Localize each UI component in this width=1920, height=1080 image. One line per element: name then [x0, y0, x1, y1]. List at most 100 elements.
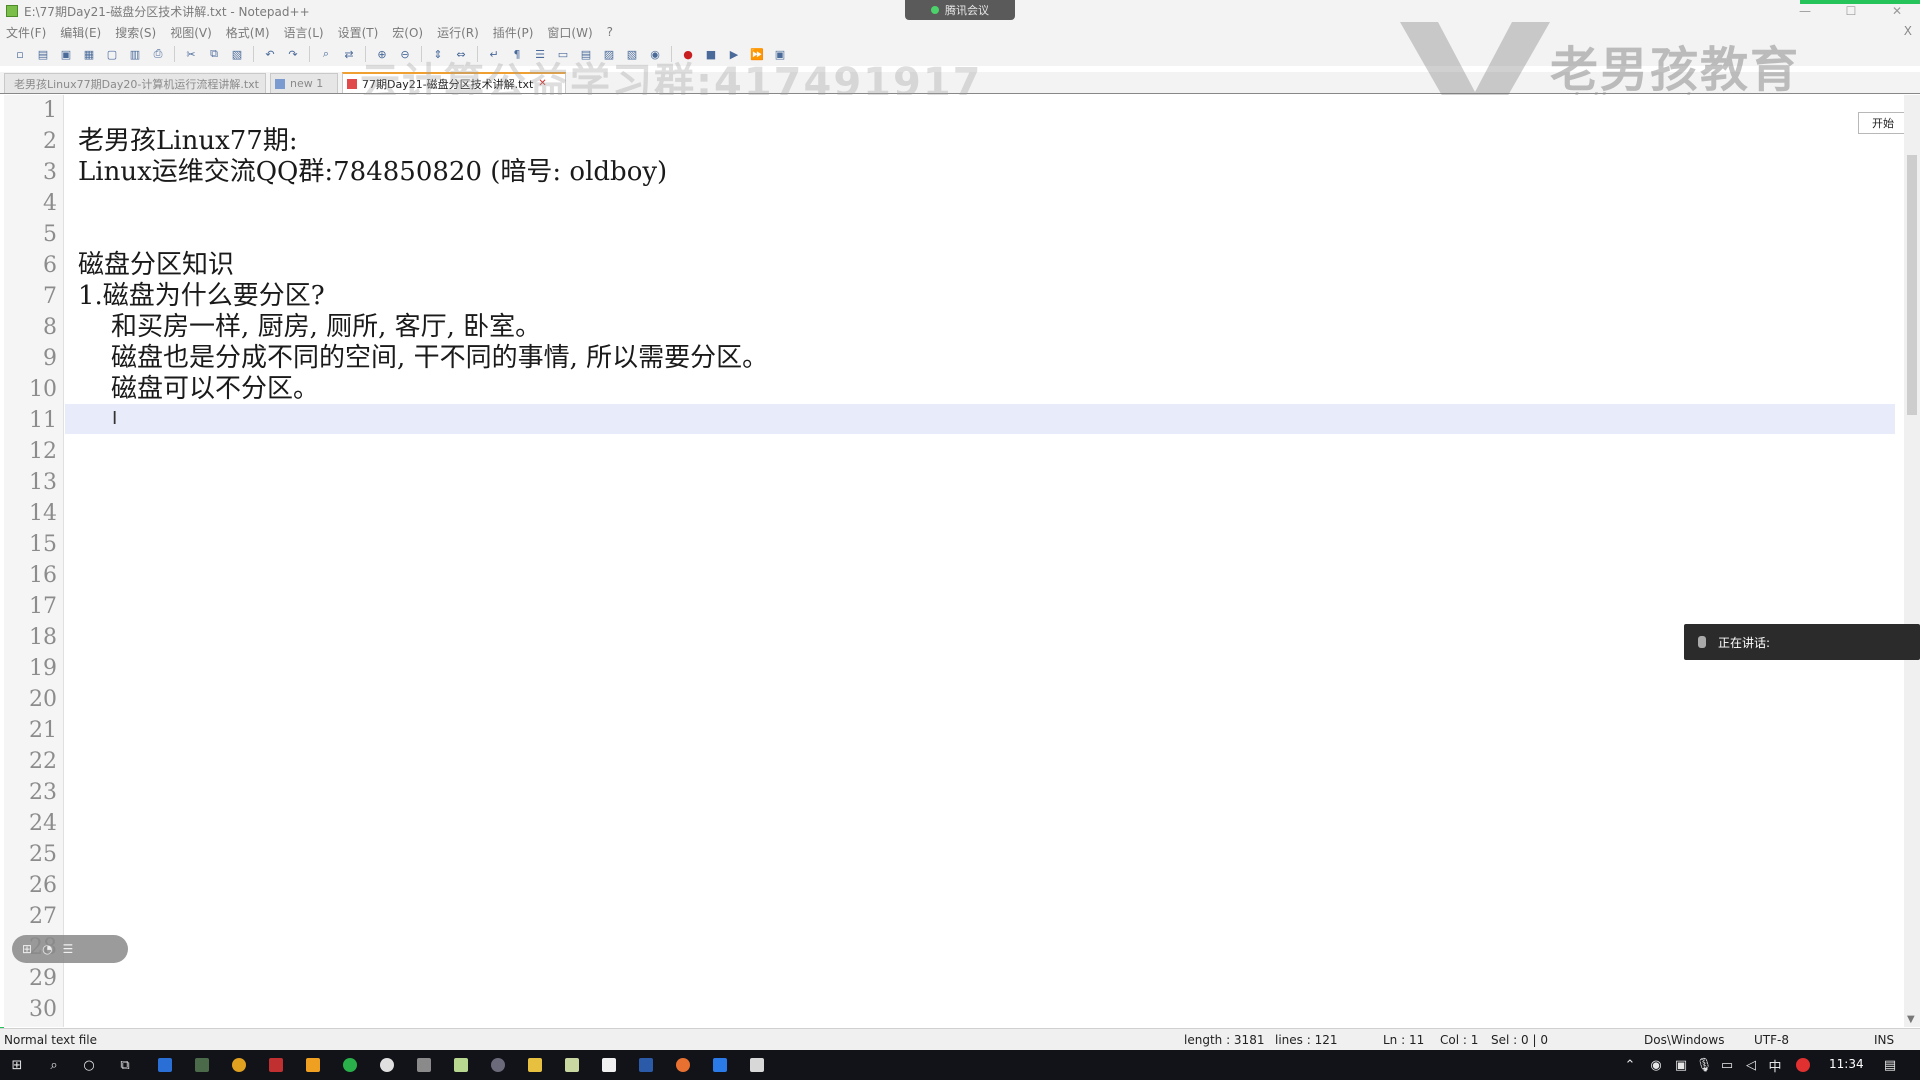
notepadpp-taskbar-icon[interactable]	[450, 1055, 472, 1075]
run-macro-multiple-icon[interactable]: ⏩	[747, 45, 767, 63]
record-macro-icon[interactable]: ●	[678, 45, 698, 63]
save-all-icon[interactable]: ▦	[79, 45, 99, 63]
meeting-floating-toolbar[interactable]: ⊞ ◔ ☰	[12, 935, 128, 963]
menu-file[interactable]: 文件(F)	[6, 24, 46, 41]
open-file-icon[interactable]: ▤	[33, 45, 53, 63]
code-line[interactable]: 老男孩Linux77期:	[78, 126, 298, 157]
stop-macro-icon[interactable]: ■	[701, 45, 721, 63]
title-bar: E:\77期Day21-磁盘分区技术讲解.txt - Notepad++ 腾讯会…	[0, 0, 1920, 22]
taskbar-app-icon[interactable]	[265, 1055, 287, 1075]
menu-settings[interactable]: 设置(T)	[338, 24, 379, 41]
antivirus-tray-icon[interactable]	[1792, 1055, 1814, 1075]
paste-icon[interactable]: ▧	[227, 45, 247, 63]
scroll-down-arrow-icon[interactable]: ▼	[1907, 1014, 1915, 1025]
taskbar-app-icon[interactable]	[191, 1055, 213, 1075]
menu-edit[interactable]: 编辑(E)	[60, 24, 101, 41]
save-macro-icon[interactable]: ▣	[770, 45, 790, 63]
list-icon[interactable]: ☰	[63, 942, 74, 956]
taskbar-app-icon[interactable]	[746, 1055, 768, 1075]
tray-app-icon[interactable]: ◉	[1645, 1055, 1667, 1075]
taskbar-app-icon[interactable]	[561, 1055, 583, 1075]
file-explorer-icon[interactable]	[524, 1055, 546, 1075]
code-line[interactable]: 磁盘分区知识	[78, 250, 234, 281]
taskbar-app-icon[interactable]	[635, 1055, 657, 1075]
menu-macro[interactable]: 宏(O)	[392, 24, 423, 41]
close-file-icon[interactable]: ▢	[102, 45, 122, 63]
menu-window[interactable]: 窗口(W)	[547, 24, 592, 41]
volume-icon[interactable]: ◁	[1740, 1055, 1762, 1075]
close-document-button[interactable]: X	[1904, 24, 1912, 38]
show-all-chars-icon[interactable]: ¶	[507, 45, 527, 63]
taskbar-app-icon[interactable]	[413, 1055, 435, 1075]
code-line[interactable]: 磁盘也是分成不同的空间, 干不同的事情, 所以需要分区。	[78, 343, 768, 374]
cortana-icon[interactable]: ○	[78, 1055, 100, 1075]
taskbar-app-icon[interactable]	[672, 1055, 694, 1075]
menu-run[interactable]: 运行(R)	[437, 24, 479, 41]
close-all-icon[interactable]: ▥	[125, 45, 145, 63]
code-line[interactable]: Linux运维交流QQ群:784850820 (暗号: oldboy)	[78, 157, 667, 188]
grid-icon[interactable]: ⊞	[22, 942, 32, 956]
zoom-out-icon[interactable]: ⊖	[395, 45, 415, 63]
toolbar-separator	[365, 46, 366, 62]
sync-vertical-icon[interactable]: ⇕	[428, 45, 448, 63]
headset-icon[interactable]: ◔	[42, 942, 52, 956]
meeting-label: 腾讯会议	[945, 4, 989, 17]
menu-help[interactable]: ?	[607, 25, 613, 39]
play-macro-icon[interactable]: ▶	[724, 45, 744, 63]
document-map-icon[interactable]: ▭	[553, 45, 573, 63]
tab-new-1[interactable]: new 1	[270, 73, 338, 93]
indent-guide-icon[interactable]: ☰	[530, 45, 550, 63]
meeting-indicator[interactable]: 腾讯会议	[905, 0, 1015, 20]
cut-icon[interactable]: ✂	[181, 45, 201, 63]
text-editor[interactable]: 1 2 3 4 5 6 7 8 9 10 11 12 13 14 15 16 17 18 19 20 21 22 23 24 2…	[0, 95, 1906, 1027]
menu-format[interactable]: 格式(M)	[226, 24, 270, 41]
doc-list-icon[interactable]: ▧	[622, 45, 642, 63]
find-icon[interactable]: ⌕	[316, 45, 336, 63]
tencent-meeting-icon[interactable]	[709, 1055, 731, 1075]
menu-view[interactable]: 视图(V)	[170, 24, 212, 41]
monitoring-icon[interactable]: ◉	[645, 45, 665, 63]
code-line[interactable]: 1.磁盘为什么要分区?	[78, 281, 325, 312]
copy-icon[interactable]: ⧉	[204, 45, 224, 63]
taskbar-app-icon[interactable]	[487, 1055, 509, 1075]
save-icon[interactable]: ▣	[56, 45, 76, 63]
scrollbar-thumb[interactable]	[1907, 155, 1917, 415]
taskbar-app-icon[interactable]	[154, 1055, 176, 1075]
search-icon[interactable]: ⌕	[43, 1055, 65, 1075]
folder-workspace-icon[interactable]: ▨	[599, 45, 619, 63]
task-view-icon[interactable]: ⧉	[114, 1055, 136, 1075]
zoom-in-icon[interactable]: ⊕	[372, 45, 392, 63]
chrome-icon[interactable]	[228, 1055, 250, 1075]
tab-label: 老男孩Linux77期Day20-计算机运行流程讲解.txt	[14, 77, 259, 91]
tab-close-icon[interactable]: ✕	[538, 78, 546, 89]
new-file-icon[interactable]: ▫	[10, 45, 30, 63]
clock[interactable]: 11:34	[1829, 1057, 1864, 1071]
windows-start-icon[interactable]: ⊞	[6, 1055, 28, 1075]
tray-chevron-icon[interactable]: ⌃	[1619, 1055, 1641, 1075]
replace-icon[interactable]: ⇄	[339, 45, 359, 63]
code-line[interactable]: 磁盘可以不分区。	[78, 374, 319, 405]
tab-day21[interactable]: 77期Day21-磁盘分区技术讲解.txt ✕	[342, 72, 566, 93]
qq-icon[interactable]	[376, 1055, 398, 1075]
microphone-tray-icon[interactable]: 🎙	[1693, 1055, 1715, 1075]
vertical-scrollbar[interactable]: ▼	[1904, 95, 1920, 1027]
taskbar-app-icon[interactable]	[302, 1055, 324, 1075]
menu-search[interactable]: 搜索(S)	[115, 24, 156, 41]
sync-horizontal-icon[interactable]: ⇔	[451, 45, 471, 63]
network-icon[interactable]: ▭	[1716, 1055, 1738, 1075]
undo-icon[interactable]: ↶	[260, 45, 280, 63]
tab-day20[interactable]: 老男孩Linux77期Day20-计算机运行流程讲解.txt	[4, 73, 266, 93]
ime-indicator[interactable]: 中	[1764, 1055, 1786, 1075]
menu-plugins[interactable]: 插件(P)	[493, 24, 534, 41]
menu-language[interactable]: 语言(L)	[284, 24, 324, 41]
function-list-icon[interactable]: ▤	[576, 45, 596, 63]
code-line[interactable]: 和买房一样, 厨房, 厕所, 客厅, 卧室。	[78, 312, 541, 343]
print-icon[interactable]: ⎙	[148, 45, 168, 63]
taskbar-app-icon[interactable]	[598, 1055, 620, 1075]
wechat-icon[interactable]	[339, 1055, 361, 1075]
word-wrap-icon[interactable]: ↵	[484, 45, 504, 63]
redo-icon[interactable]: ↷	[283, 45, 303, 63]
notifications-icon[interactable]: ▤	[1879, 1055, 1901, 1075]
start-button[interactable]: 开始	[1858, 112, 1908, 134]
tray-app-icon[interactable]: ▣	[1670, 1055, 1692, 1075]
